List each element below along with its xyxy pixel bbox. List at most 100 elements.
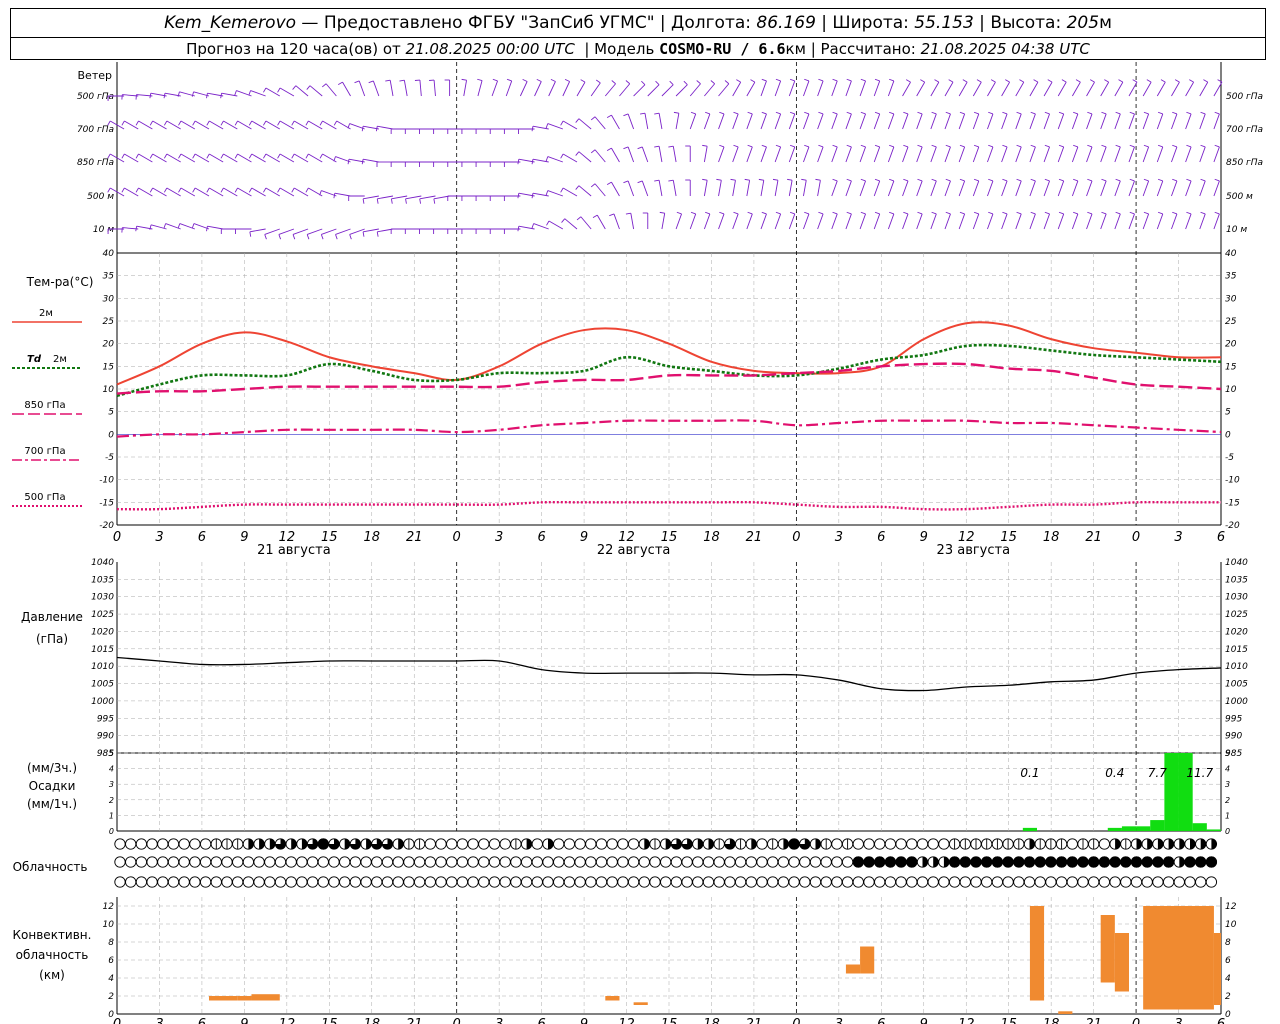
wind-barb-feather — [705, 211, 711, 215]
wind-barb-shaft — [704, 83, 716, 97]
wind-barb-shaft — [611, 181, 620, 197]
cloud-circle — [242, 856, 255, 868]
precip-bar — [1178, 753, 1193, 831]
wind-barb-shaft — [463, 80, 467, 97]
wind-barb-shaft — [578, 118, 592, 130]
temp-tick-right: 5 — [1225, 408, 1231, 418]
wind-barb-feather — [690, 111, 696, 115]
cloud-circle-half — [1147, 838, 1153, 850]
precip-annotation: 7.7 — [1148, 766, 1167, 780]
wind-barb-shaft — [644, 113, 649, 130]
wind-barb-feather — [750, 79, 756, 83]
wind-barb-feather — [931, 211, 937, 215]
cloud-circle — [424, 856, 436, 868]
wind-barb-shaft — [292, 228, 309, 235]
wind-barb-shaft — [307, 228, 323, 235]
cloud-circle — [959, 876, 971, 888]
wind-barb-shaft — [1142, 146, 1150, 163]
wind-barb-shaft — [788, 180, 793, 197]
wind-barb-feather — [917, 178, 923, 182]
wind-barb-shaft — [746, 146, 753, 163]
cloud-circle — [1184, 876, 1196, 888]
wind-barb-feather — [575, 185, 580, 190]
wind-barb-feather — [319, 120, 323, 126]
wind-barb-feather — [832, 178, 838, 182]
wind-barb-shaft — [1043, 213, 1050, 230]
conv-bar — [1114, 933, 1129, 992]
date-label: 21 августа — [257, 543, 331, 558]
wind-barb-shaft — [774, 213, 782, 230]
wind-barb-feather — [149, 187, 154, 193]
wind-barb-feather — [973, 211, 979, 215]
wind-barb-shaft — [1128, 146, 1135, 163]
wind-barb-shaft — [746, 113, 753, 130]
wind-barb-shaft — [831, 146, 838, 163]
cloud-circle — [1120, 876, 1132, 888]
wind-barb-feather — [234, 153, 238, 159]
wind-barb-shaft — [122, 94, 139, 97]
wind-barb-shaft — [249, 228, 266, 233]
wind-barb-feather — [1214, 111, 1220, 115]
wind-barb-shaft — [619, 83, 631, 97]
precip-tick-right: 3 — [1225, 780, 1230, 789]
x-tick-temp: 0 — [1132, 530, 1140, 545]
cloud-circle — [595, 838, 608, 850]
cloud-circle-half — [943, 856, 950, 868]
precip-annotation: 11.7 — [1186, 766, 1213, 780]
wind-barb-feather — [889, 144, 895, 148]
wind-barb-shaft — [1015, 113, 1022, 130]
cloud-circle — [1023, 876, 1036, 888]
wind-barb-feather — [789, 144, 795, 148]
wind-barb-feather — [747, 111, 753, 115]
cloud-circle-full — [1109, 856, 1121, 868]
wind-barb-feather — [433, 198, 436, 204]
x-tick-conv: 9 — [580, 1017, 588, 1024]
temp-tick-right: -5 — [1225, 453, 1234, 463]
temp-tick-left: 30 — [103, 294, 115, 304]
wind-barb-feather — [818, 111, 824, 115]
press-tick-right: 1010 — [1225, 662, 1248, 672]
wind-barb-feather — [1186, 144, 1192, 148]
wind-barb-shaft — [672, 180, 677, 197]
wind-barb-shaft — [1142, 81, 1152, 97]
wind-barb-shaft — [321, 228, 337, 235]
cloud-circle — [1205, 876, 1218, 888]
wind-barb-shaft — [419, 195, 436, 200]
wind-barb-shaft — [547, 156, 564, 163]
wind-barb-shaft — [1213, 180, 1220, 197]
wind-barb-feather — [590, 149, 596, 154]
x-tick-conv: 18 — [1043, 1017, 1060, 1024]
conv-tick-right: 6 — [1225, 956, 1231, 966]
temp-tick-right: 40 — [1225, 249, 1237, 259]
wind-barb-shaft — [1100, 146, 1107, 163]
wind-barb-feather — [595, 79, 601, 84]
wind-barb-feather — [641, 80, 646, 86]
x-tick-conv: 0 — [792, 1017, 800, 1024]
temp-tick-right: -15 — [1225, 498, 1240, 508]
wind-barb-feather — [1186, 178, 1192, 182]
wind-barb-shaft — [1086, 180, 1093, 197]
cloud-circle — [670, 856, 683, 868]
wind-barb-feather — [560, 153, 564, 159]
cloud-circle — [734, 856, 747, 868]
cloud-circle-full — [317, 838, 329, 850]
precip-tick-right: 5 — [1225, 749, 1230, 758]
wind-barb-shaft — [958, 146, 966, 163]
wind-barb-shaft — [987, 146, 994, 163]
cloud-circle — [413, 876, 426, 888]
wind-barb-feather — [775, 111, 781, 115]
wind-barb-feather — [716, 178, 722, 181]
conv-bar — [1143, 906, 1214, 1010]
wind-barb-shaft — [817, 146, 824, 163]
wind-barb-shaft — [760, 113, 767, 130]
cloud-circle-half — [1157, 838, 1164, 850]
x-tick-conv: 3 — [835, 1017, 843, 1024]
cloud-circle — [446, 838, 458, 850]
cloud-circle — [317, 856, 329, 868]
wind-barb-feather — [789, 78, 795, 82]
cloud-circle — [574, 876, 586, 888]
wind-barb-feather — [277, 120, 281, 126]
wind-barb-shaft — [732, 113, 739, 130]
press-tick-left: 1010 — [91, 662, 114, 672]
wind-barb-shaft — [1156, 180, 1164, 197]
